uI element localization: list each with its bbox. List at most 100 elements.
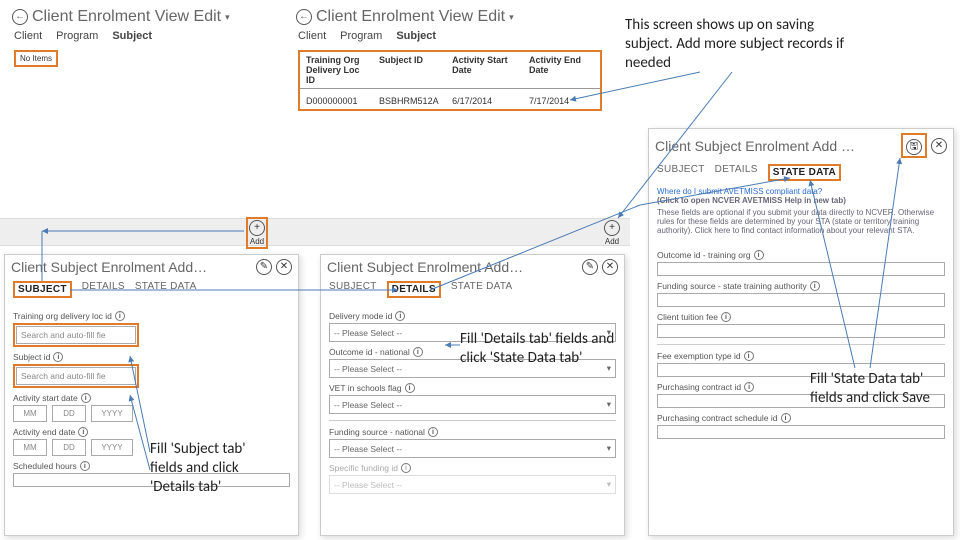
- year-input[interactable]: YYYY: [91, 439, 133, 456]
- add-label: Add: [250, 237, 264, 246]
- chevron-down-icon: ▾: [607, 443, 611, 454]
- help-box: Where do I submit AVETMISS compliant dat…: [649, 185, 953, 241]
- add-bar-right: + Add: [278, 218, 630, 246]
- info-icon[interactable]: i: [810, 281, 820, 291]
- label-specific-funding: Specific funding idi: [329, 463, 616, 473]
- info-icon[interactable]: i: [401, 463, 411, 473]
- page-title: Client Subject Enrolment Add…: [327, 259, 578, 275]
- chevron-down-icon[interactable]: ▾: [225, 12, 230, 23]
- close-icon[interactable]: ✕: [931, 138, 947, 154]
- client-tuition-input[interactable]: [657, 324, 945, 338]
- save-icon[interactable]: ✎: [256, 259, 272, 275]
- page-title: Client Subject Enrolment Add …: [655, 138, 897, 154]
- info-icon[interactable]: i: [428, 427, 438, 437]
- tab-details[interactable]: DETAILS: [715, 164, 758, 181]
- tab-program[interactable]: Program: [340, 30, 382, 42]
- add-bar-left: + Add: [0, 218, 278, 246]
- tab-subject[interactable]: Subject: [396, 30, 436, 42]
- panel-title-row: ← Client Enrolment View Edit ▾: [290, 4, 610, 28]
- subject-records-table: Training Org Delivery Loc ID Subject ID …: [298, 50, 602, 111]
- info-icon[interactable]: i: [78, 427, 88, 437]
- plus-icon[interactable]: +: [249, 220, 265, 236]
- page-title: Client Enrolment View Edit: [316, 8, 505, 26]
- save-icon[interactable]: ✎: [582, 259, 598, 275]
- subject-id-input[interactable]: Search and auto-fill fie: [16, 367, 136, 385]
- label-training-loc: Training org delivery loc idi: [13, 311, 290, 321]
- panel-title-row: Client Subject Enrolment Add … 🖫 ✕: [649, 129, 953, 160]
- tab-subject[interactable]: SUBJECT: [329, 281, 377, 298]
- tab-program[interactable]: Program: [56, 30, 98, 42]
- save-icon[interactable]: 🖫: [906, 139, 922, 155]
- vet-schools-select[interactable]: -- Please Select --▾: [329, 395, 616, 414]
- annotation-details-tab: Fill 'Details tab' fields and click 'Sta…: [460, 330, 620, 368]
- table-header: Training Org Delivery Loc ID Subject ID …: [300, 52, 600, 89]
- back-icon[interactable]: ←: [296, 9, 312, 25]
- enrolment-edit-panel-empty: ← Client Enrolment View Edit ▾ Client Pr…: [6, 4, 278, 71]
- sub-tabs: SUBJECT DETAILS STATE DATA: [649, 160, 953, 185]
- chevron-down-icon: ▾: [607, 479, 611, 490]
- tab-subject[interactable]: SUBJECT: [657, 164, 705, 181]
- tab-state-data[interactable]: STATE DATA: [451, 281, 513, 298]
- activity-start-date[interactable]: MM DD YYYY: [13, 405, 290, 422]
- chevron-down-icon: ▾: [607, 399, 611, 410]
- specific-funding-select: -- Please Select --▾: [329, 475, 616, 494]
- tab-subject[interactable]: SUBJECT: [18, 284, 67, 295]
- table-row[interactable]: D000000001 BSBHRM512A 6/17/2014 7/17/201…: [300, 89, 600, 109]
- close-icon[interactable]: ✕: [602, 259, 618, 275]
- enrolment-edit-panel-populated: ← Client Enrolment View Edit ▾ Client Pr…: [290, 4, 610, 115]
- tab-state-data[interactable]: STATE DATA: [135, 281, 197, 298]
- label-funding-national: Funding source - nationali: [329, 427, 616, 437]
- help-body: These fields are optional if you submit …: [657, 208, 945, 235]
- chevron-down-icon[interactable]: ▾: [509, 12, 514, 23]
- purchasing-schedule-input[interactable]: [657, 425, 945, 439]
- funding-national-select[interactable]: -- Please Select --▾: [329, 439, 616, 458]
- tab-details[interactable]: DETAILS: [392, 284, 436, 295]
- day-input[interactable]: DD: [52, 405, 86, 422]
- tab-details[interactable]: DETAILS: [82, 281, 125, 298]
- outcome-training-input[interactable]: [657, 262, 945, 276]
- month-input[interactable]: MM: [13, 405, 47, 422]
- info-icon[interactable]: i: [721, 312, 731, 322]
- panel-title-row: ← Client Enrolment View Edit ▾: [6, 4, 278, 28]
- help-question[interactable]: Where do I submit AVETMISS compliant dat…: [657, 187, 945, 196]
- month-input[interactable]: MM: [13, 439, 47, 456]
- col-training-org: Training Org Delivery Loc ID: [300, 52, 373, 88]
- panel-title-row: Client Subject Enrolment Add… ✎ ✕: [5, 255, 298, 277]
- no-items-badge: No Items: [14, 50, 58, 67]
- info-icon[interactable]: i: [754, 250, 764, 260]
- back-icon[interactable]: ←: [12, 9, 28, 25]
- close-icon[interactable]: ✕: [276, 259, 292, 275]
- info-icon[interactable]: i: [115, 311, 125, 321]
- info-icon[interactable]: i: [395, 311, 405, 321]
- tab-state-data[interactable]: STATE DATA: [773, 167, 836, 178]
- subject-enrolment-add-details: Client Subject Enrolment Add… ✎ ✕ SUBJEC…: [320, 254, 625, 536]
- panel-title-row: Client Subject Enrolment Add… ✎ ✕: [321, 255, 624, 277]
- tab-client[interactable]: Client: [14, 30, 42, 42]
- col-subject-id: Subject ID: [373, 52, 446, 88]
- edit-mini-tabs: Client Program Subject: [6, 28, 278, 46]
- help-link[interactable]: (Click to open NCVER AVETMISS Help in ne…: [657, 196, 945, 205]
- tab-client[interactable]: Client: [298, 30, 326, 42]
- label-activity-start: Activity start datei: [13, 393, 290, 403]
- label-activity-end: Activity end datei: [13, 427, 290, 437]
- info-icon[interactable]: i: [744, 382, 754, 392]
- year-input[interactable]: YYYY: [91, 405, 133, 422]
- annotation-subject-tab: Fill 'Subject tab' fields and click 'Det…: [150, 440, 280, 496]
- cell-subject-id: BSBHRM512A: [373, 93, 446, 109]
- info-icon[interactable]: i: [80, 461, 90, 471]
- cell-activity-start: 6/17/2014: [446, 93, 523, 109]
- info-icon[interactable]: i: [781, 413, 791, 423]
- funding-state-input[interactable]: [657, 293, 945, 307]
- info-icon[interactable]: i: [744, 351, 754, 361]
- label-subject-id: Subject idi: [13, 352, 290, 362]
- plus-icon[interactable]: +: [604, 220, 620, 236]
- training-loc-input[interactable]: Search and auto-fill fie: [16, 326, 136, 344]
- info-icon[interactable]: i: [81, 393, 91, 403]
- info-icon[interactable]: i: [413, 347, 423, 357]
- info-icon[interactable]: i: [53, 352, 63, 362]
- cell-training-org: D000000001: [300, 93, 373, 109]
- day-input[interactable]: DD: [52, 439, 86, 456]
- label-fee-exemption: Fee exemption type idi: [657, 351, 945, 361]
- info-icon[interactable]: i: [405, 383, 415, 393]
- tab-subject[interactable]: Subject: [112, 30, 152, 42]
